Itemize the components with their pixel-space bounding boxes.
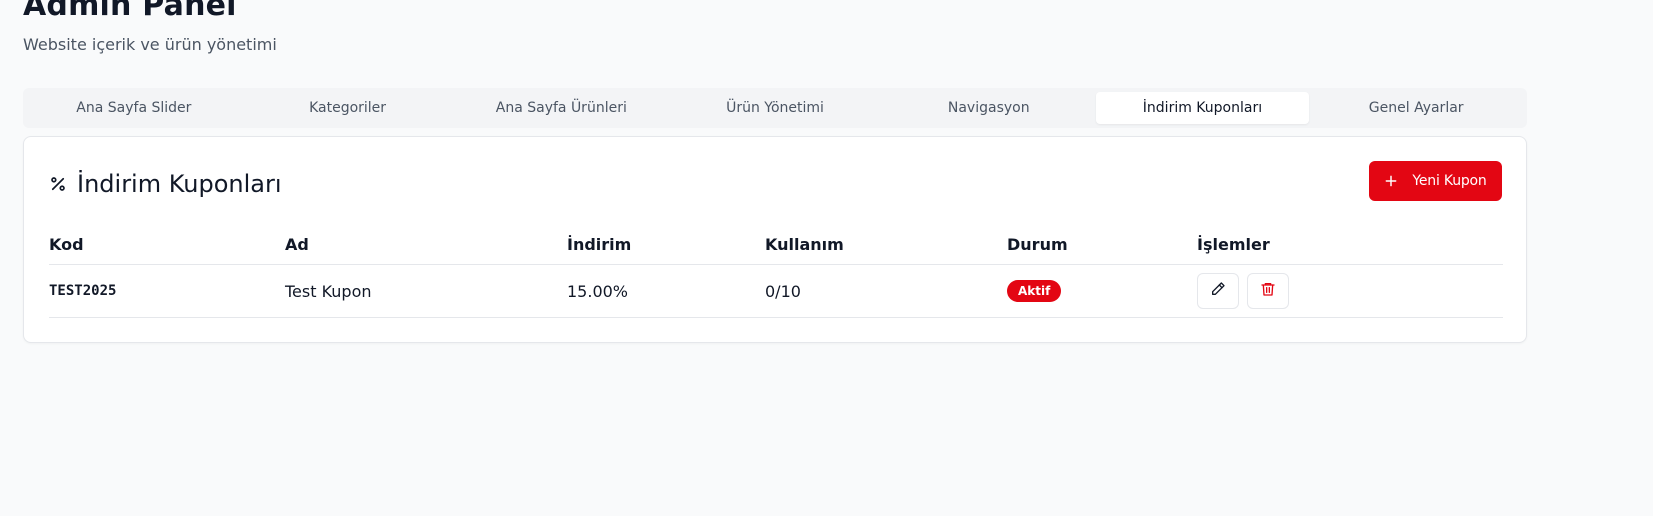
coupons-table: Kod Ad İndirim Kullanım Durum İşlemler T… — [49, 225, 1503, 318]
trash-icon — [1260, 281, 1276, 301]
actions-cell — [1197, 273, 1503, 309]
coupon-code: TEST2025 — [49, 283, 117, 299]
column-header-kod: Kod — [49, 235, 84, 254]
coupon-name: Test Kupon — [285, 281, 372, 301]
tab-kategoriler[interactable]: Kategoriler — [241, 92, 455, 124]
tab-indirim-kuponlari[interactable]: İndirim Kuponları — [1095, 92, 1310, 124]
table-header: Kod Ad İndirim Kullanım Durum İşlemler — [49, 225, 1503, 265]
page-title: Admin Panel — [23, 0, 237, 23]
coupons-card: İndirim Kuponları Yeni Kupon Kod Ad İndi… — [23, 136, 1527, 343]
tab-navigasyon[interactable]: Navigasyon — [882, 92, 1096, 124]
status-badge: Aktif — [1007, 280, 1062, 302]
tab-urun-yonetimi[interactable]: Ürün Yönetimi — [668, 92, 882, 124]
column-header-durum: Durum — [1007, 235, 1068, 254]
edit-icon — [1210, 281, 1226, 301]
column-header-indirim: İndirim — [567, 235, 632, 254]
new-coupon-label: Yeni Kupon — [1412, 173, 1487, 189]
table-row: TEST2025 Test Kupon 15.00% 0/10 Aktif — [49, 265, 1503, 318]
tab-bar: Ana Sayfa Slider Kategoriler Ana Sayfa Ü… — [23, 88, 1527, 128]
percent-icon — [49, 175, 67, 193]
edit-button[interactable] — [1197, 273, 1239, 309]
coupon-usage: 0/10 — [765, 281, 801, 301]
column-header-islemler: İşlemler — [1197, 235, 1270, 254]
column-header-kullanim: Kullanım — [765, 235, 844, 254]
plus-icon — [1384, 174, 1398, 188]
card-header: İndirim Kuponları — [49, 167, 282, 201]
delete-button[interactable] — [1247, 273, 1289, 309]
page-subtitle: Website içerik ve ürün yönetimi — [23, 35, 277, 54]
card-title: İndirim Kuponları — [77, 170, 282, 198]
tab-ana-sayfa-slider[interactable]: Ana Sayfa Slider — [27, 92, 241, 124]
column-header-ad: Ad — [285, 235, 309, 254]
tab-ana-sayfa-urunleri[interactable]: Ana Sayfa Ürünleri — [454, 92, 668, 124]
row-actions — [1197, 273, 1503, 309]
status-cell: Aktif — [1007, 280, 1197, 302]
tab-genel-ayarlar[interactable]: Genel Ayarlar — [1309, 92, 1523, 124]
new-coupon-button[interactable]: Yeni Kupon — [1369, 161, 1502, 201]
coupon-discount: 15.00% — [567, 281, 629, 301]
